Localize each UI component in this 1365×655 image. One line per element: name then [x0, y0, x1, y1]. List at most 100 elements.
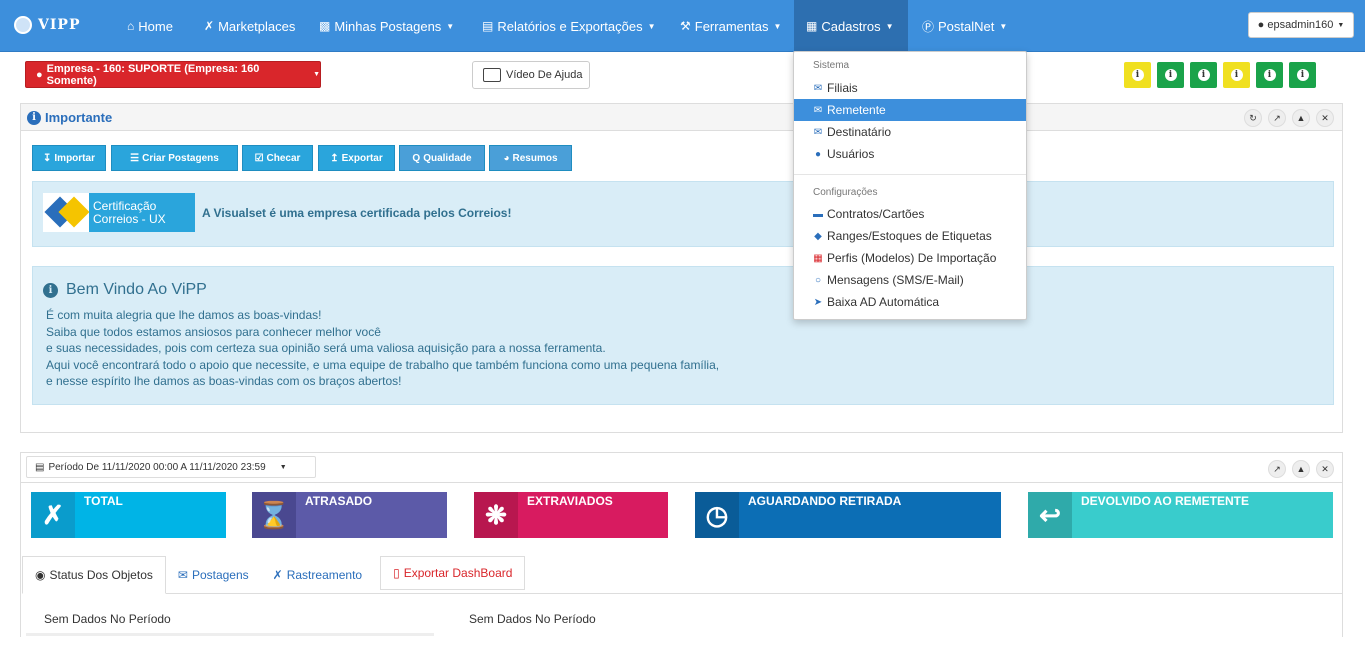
info-button-1[interactable]: i [1124, 62, 1151, 88]
menu-item-destinatario[interactable]: ✉ Destinatário [794, 121, 1026, 143]
video-help-label: Vídeo De Ajuda [506, 69, 583, 81]
id-card-icon: ▦ [813, 252, 823, 264]
refresh-icon[interactable]: ↻ [1244, 109, 1262, 127]
checar-label: Checar [266, 152, 301, 164]
nav-ferramentas[interactable]: ⚒ Ferramentas ▼ [668, 0, 793, 52]
period-selector[interactable]: ▤ Período De 11/11/2020 00:00 A 11/11/202… [26, 456, 316, 478]
stat-total[interactable]: ✗ TOTAL [31, 492, 226, 538]
menu-item-label: Filiais [827, 81, 858, 95]
upload-icon: ↥ [330, 152, 339, 164]
criar-postagens-button[interactable]: ☰ Criar Postagens [111, 145, 238, 171]
close-icon[interactable]: ✕ [1316, 109, 1334, 127]
id-card-icon: ▦ [806, 19, 818, 33]
menu-item-filiais[interactable]: ✉ Filiais [794, 77, 1026, 99]
scroll-indicator [26, 633, 434, 636]
stat-aguardando-retirada[interactable]: ◷ AGUARDANDO RETIRADA [695, 492, 1001, 538]
video-icon [483, 68, 501, 82]
info-button-4[interactable]: i [1223, 62, 1250, 88]
importar-label: Importar [54, 152, 95, 164]
welcome-title-text: Bem Vindo Ao ViPP [66, 281, 207, 298]
nav-cadastros-label: Cadastros [821, 18, 881, 34]
home-icon: ⌂ [127, 19, 135, 33]
brand-logo[interactable]: VIPP [14, 16, 80, 34]
stat-devolvido[interactable]: ↩ DEVOLVIDO AO REMETENTE [1028, 492, 1333, 538]
quality-icon: Q [412, 152, 421, 164]
close-icon[interactable]: ✕ [1316, 460, 1334, 478]
cadastros-dropdown-menu: Sistema ✉ Filiais ✉ Remetente ✉ Destinatári… [793, 51, 1027, 320]
tab-postagens[interactable]: ✉ Postagens [166, 556, 261, 594]
user-menu-button[interactable]: ● epsadmin160 ▼ [1248, 12, 1354, 38]
nav-postalnet-label: PostalNet [938, 18, 995, 34]
panel-tools: ↗ ▲ ✕ [1268, 460, 1334, 478]
empresa-button[interactable]: ● Empresa - 160: SUPORTE (Empresa: 160 So… [25, 61, 321, 88]
menu-item-usuarios[interactable]: ● Usuários [794, 143, 1026, 165]
list-icon: ☰ [130, 152, 140, 164]
menu-item-perfis[interactable]: ▦ Perfis (Modelos) De Importação [794, 247, 1026, 269]
envelope-icon: ✉ [177, 568, 188, 582]
menu-item-contratos[interactable]: ▬ Contratos/Cartões [794, 203, 1026, 225]
info-icon: i [43, 282, 58, 298]
qualidade-button[interactable]: Q Qualidade [399, 145, 485, 171]
info-button-3[interactable]: i [1190, 62, 1217, 88]
correios-logo-icon [43, 193, 89, 232]
expand-icon[interactable]: ↗ [1268, 109, 1286, 127]
nav-cadastros[interactable]: ▦ Cadastros ▼ [794, 0, 908, 52]
tab-postagens-label: Postagens [191, 568, 249, 582]
nav-postalnet[interactable]: Ⓟ PostalNet ▼ [910, 0, 1019, 52]
welcome-title: i Bem Vindo Ao ViPP [43, 281, 207, 299]
tab-rastreamento[interactable]: ✗ Rastreamento [261, 556, 374, 594]
envelope-open-icon: ✉ [813, 126, 823, 138]
stat-aguardando-label: AGUARDANDO RETIRADA [748, 494, 902, 508]
calendar-check-icon: ☑ [254, 152, 264, 164]
tab-rastreamento-label: Rastreamento [286, 568, 363, 582]
menu-item-remetente[interactable]: ✉ Remetente [794, 99, 1026, 121]
pdf-icon: ▯ [393, 566, 400, 580]
exportar-button[interactable]: ↥ Exportar [318, 145, 395, 171]
nav-marketplaces[interactable]: ✗ Marketplaces [192, 0, 307, 52]
info-icon: i [1230, 69, 1243, 81]
stat-extraviados[interactable]: ❋ EXTRAVIADOS [474, 492, 668, 538]
period-label: Período De 11/11/2020 00:00 A 11/11/2020… [48, 461, 266, 473]
importar-button[interactable]: ↧ Importar [32, 145, 106, 171]
top-navbar: VIPP ⌂ Home ✗ Marketplaces ▩ Minhas Postage… [0, 0, 1365, 52]
comments-icon: ○ [814, 274, 822, 286]
user-name: epsadmin160 [1267, 19, 1334, 31]
checar-button[interactable]: ☑ Checar [242, 145, 313, 171]
nav-minhas-postagens-label: Minhas Postagens [334, 18, 442, 34]
collapse-icon[interactable]: ▲ [1292, 460, 1310, 478]
download-icon: ↧ [43, 152, 52, 164]
info-button-2[interactable]: i [1157, 62, 1184, 88]
welcome-line: e suas necessidades, pois com certeza su… [46, 341, 606, 355]
nav-home[interactable]: ⌂ Home [115, 0, 185, 52]
collapse-icon[interactable]: ▲ [1292, 109, 1310, 127]
important-title-text: Importante [45, 110, 113, 125]
user-icon: ● [1257, 19, 1265, 31]
stat-extraviados-label: EXTRAVIADOS [527, 494, 613, 508]
welcome-alert: i Bem Vindo Ao ViPP É com muita alegria q… [32, 266, 1334, 405]
tab-exportar-dashboard[interactable]: ▯ Exportar DashBoard [380, 556, 526, 590]
info-button-6[interactable]: i [1289, 62, 1316, 88]
nav-minhas-postagens[interactable]: ▩ Minhas Postagens ▼ [307, 0, 466, 52]
menu-section-sistema: Sistema [813, 60, 850, 71]
stat-devolvido-label: DEVOLVIDO AO REMETENTE [1081, 494, 1250, 508]
user-icon: ● [36, 68, 43, 81]
envelope-icon: ✉ [813, 104, 823, 116]
expand-icon[interactable]: ↗ [1268, 460, 1286, 478]
menu-item-ranges[interactable]: ◆ Ranges/Estoques de Etiquetas [794, 225, 1026, 247]
stat-atrasado[interactable]: ⌛ ATRASADO [252, 492, 447, 538]
video-help-button[interactable]: Vídeo De Ajuda [472, 61, 590, 89]
resumos-button[interactable]: ◕ Resumos [489, 145, 572, 171]
info-buttons-group: i i i i i i [1124, 62, 1316, 88]
nav-relatorios[interactable]: ▤ Relatórios e Exportações ▼ [470, 0, 668, 52]
caret-icon: ▼ [446, 21, 455, 31]
no-data-left: Sem Dados No Período [44, 612, 171, 626]
menu-item-baixa-ad[interactable]: ➤ Baixa AD Automática [794, 291, 1026, 313]
caret-icon: ▼ [279, 463, 287, 471]
menu-item-mensagens[interactable]: ○ Mensagens (SMS/E-Mail) [794, 269, 1026, 291]
welcome-line: e nesse espírito lhe damos as boas-vinda… [46, 374, 402, 388]
tab-status-objetos[interactable]: ◉ Status Dos Objetos [22, 556, 166, 594]
marketplaces-icon: ✗ [204, 19, 215, 33]
info-button-5[interactable]: i [1256, 62, 1283, 88]
nav-marketplaces-label: Marketplaces [218, 18, 296, 34]
tab-status-label: Status Dos Objetos [49, 568, 153, 582]
